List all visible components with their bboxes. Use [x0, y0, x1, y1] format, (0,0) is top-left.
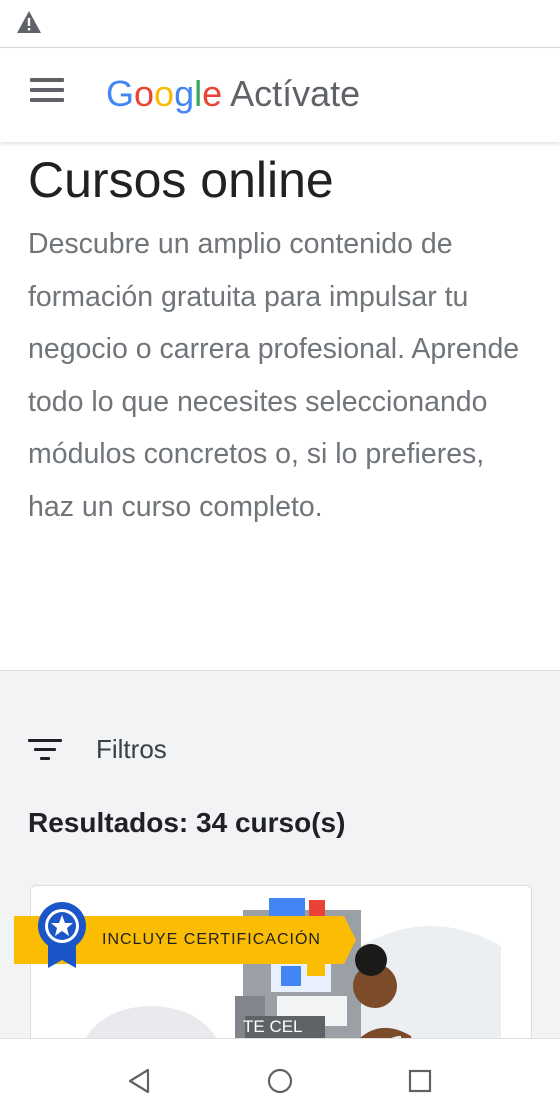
warning-icon — [17, 11, 41, 33]
brand-product-name: Actívate — [230, 73, 361, 114]
system-navigation-bar — [0, 1038, 560, 1120]
recents-icon[interactable] — [400, 1061, 440, 1101]
results-section: Filtros Resultados: 34 curso(s) TE CEL — [0, 670, 560, 1085]
brand-letter: G — [106, 73, 135, 114]
certification-ribbon: INCLUYE CERTIFICACIÓN — [14, 902, 356, 968]
back-icon[interactable] — [120, 1061, 160, 1101]
google-activate-logo[interactable]: Google Actívate — [106, 72, 360, 116]
page-title: Cursos online — [28, 152, 334, 208]
hamburger-menu-icon[interactable] — [30, 78, 64, 104]
brand-letter: o — [154, 73, 175, 114]
filters-label: Filtros — [96, 734, 167, 764]
certification-label: INCLUYE CERTIFICACIÓN — [102, 931, 321, 948]
filter-icon — [28, 739, 62, 761]
hero-section: Cursos online Descubre un amplio conteni… — [0, 142, 560, 670]
page-description: Descubre un amplio contenido de formació… — [28, 228, 520, 523]
results-count: Resultados: 34 curso(s) — [28, 807, 346, 838]
home-icon[interactable] — [260, 1061, 300, 1101]
illustration-text: TE CEL — [243, 1017, 303, 1036]
brand-letter: g — [174, 73, 195, 114]
app-header: Google Actívate — [0, 50, 560, 142]
brand-letter: o — [134, 73, 155, 114]
status-bar — [0, 0, 560, 48]
certification-badge-icon — [38, 902, 86, 968]
brand-letter: l — [194, 73, 203, 114]
brand-letter: e — [202, 73, 223, 114]
